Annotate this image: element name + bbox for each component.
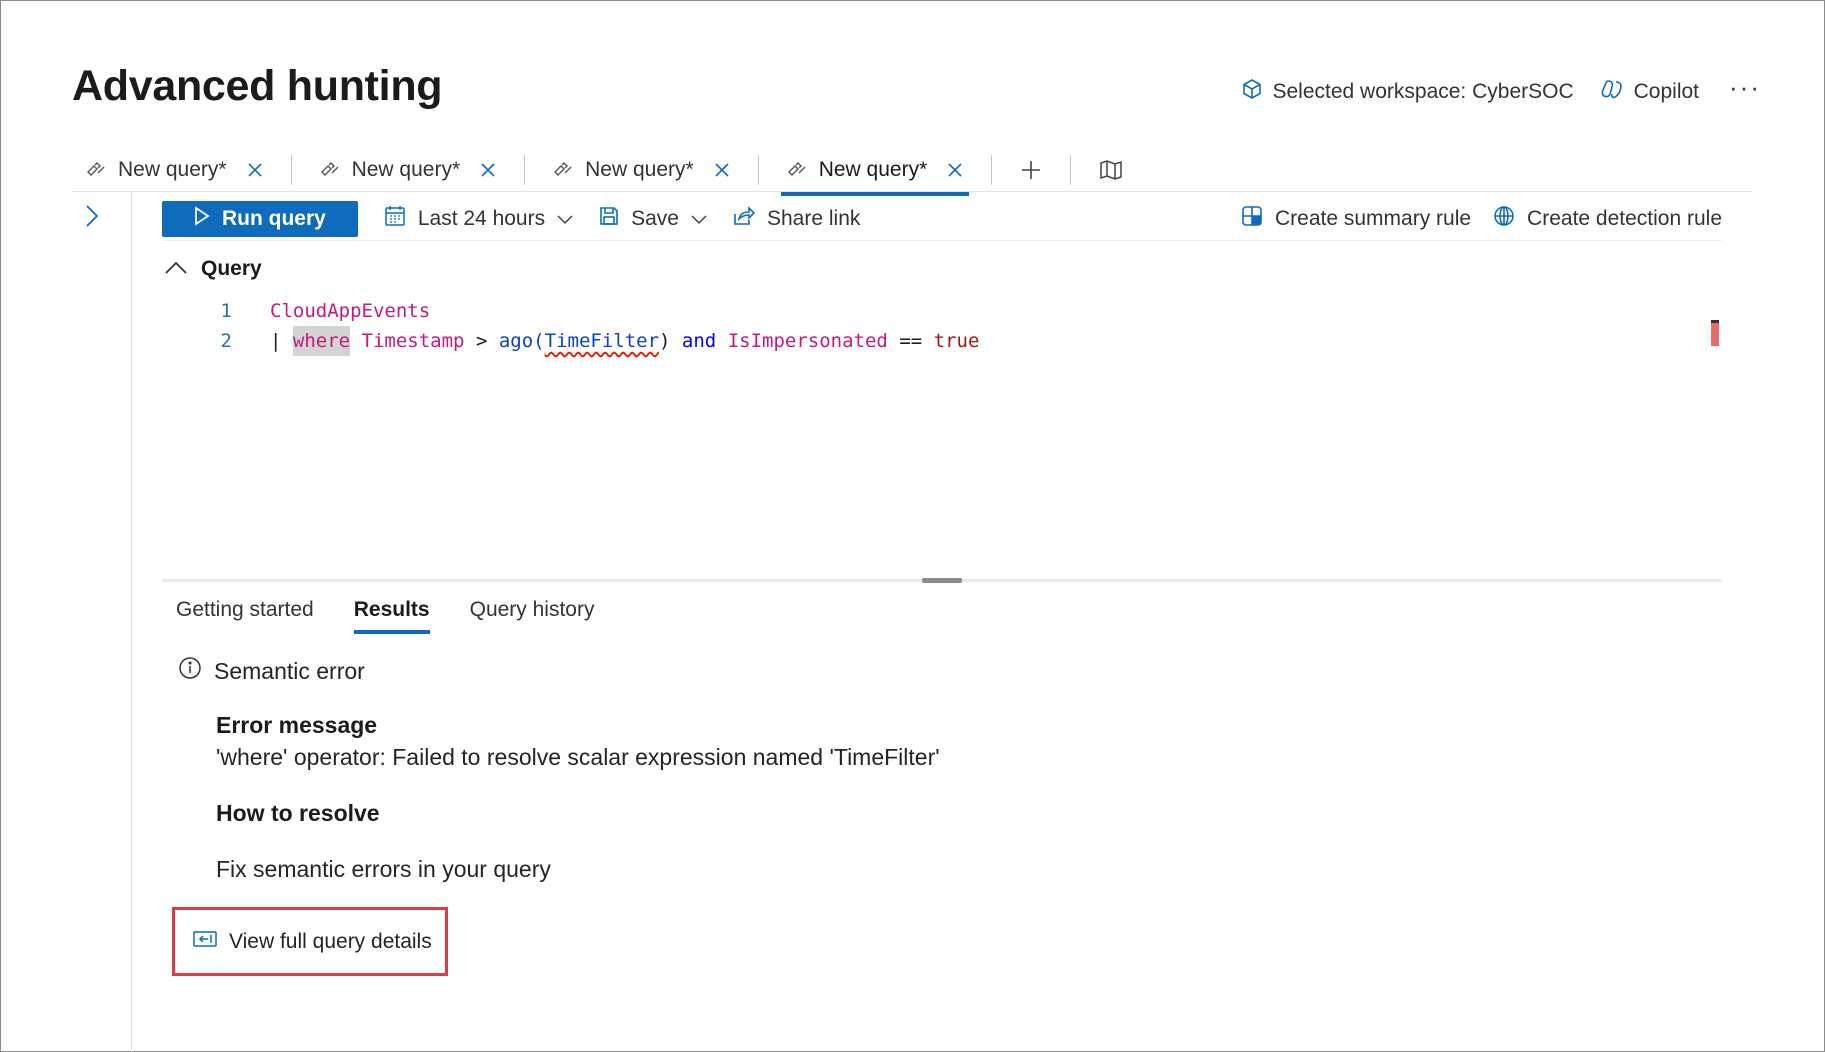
save-dropdown[interactable]: Save	[599, 206, 707, 232]
share-icon	[733, 206, 756, 232]
equals-token: ==	[899, 330, 923, 352]
close-icon[interactable]	[714, 162, 730, 178]
error-token: TimeFilter	[544, 330, 660, 352]
chevron-down-icon	[691, 207, 707, 231]
error-message-title: Error message	[216, 712, 378, 738]
error-header: Semantic error	[178, 656, 365, 686]
tab-label: New query*	[351, 158, 461, 181]
tabs-divider	[72, 191, 1752, 192]
query-toolbar: Run query Last 24 hours Save Share link …	[162, 201, 1722, 237]
run-query-button[interactable]: Run query	[162, 201, 358, 237]
and-token: and	[681, 330, 717, 352]
view-full-query-details-label: View full query details	[229, 929, 432, 953]
how-to-resolve-title: How to resolve	[216, 800, 380, 826]
copilot-icon	[1600, 78, 1624, 106]
tab-new-query-2[interactable]: New query*	[314, 148, 503, 192]
calendar-icon	[384, 205, 406, 233]
time-range-label: Last 24 hours	[417, 207, 546, 230]
toolbar-right: Create summary rule Create detection rul…	[1241, 205, 1722, 233]
copilot-label: Copilot	[1633, 80, 1700, 103]
results-tabs: Getting started Results Query history	[176, 596, 595, 634]
tab-divider	[991, 155, 993, 185]
workspace-selector[interactable]: Selected workspace: CyberSOC	[1241, 78, 1574, 106]
function-token: ago(	[498, 330, 545, 352]
where-token: where	[292, 326, 351, 356]
save-icon	[599, 206, 619, 232]
operator-token: >	[475, 330, 488, 352]
scrollbar-error-marker	[1711, 320, 1719, 346]
tab-label: New query*	[118, 158, 227, 181]
splitter-handle[interactable]	[922, 578, 962, 583]
column-token: Timestamp	[361, 330, 465, 352]
query-section-toggle[interactable]: Query	[165, 257, 262, 281]
workspace-label: Selected workspace: CyberSOC	[1272, 80, 1574, 103]
copilot-button[interactable]: Copilot	[1600, 78, 1699, 106]
error-type: Semantic error	[214, 657, 365, 684]
error-message-text: 'where' operator: Failed to resolve scal…	[216, 744, 940, 770]
close-icon[interactable]	[247, 162, 263, 178]
query-pen-icon	[86, 158, 106, 182]
tab-label: New query*	[818, 158, 928, 181]
run-query-label: Run query	[222, 207, 326, 230]
share-link-button[interactable]: Share link	[733, 206, 860, 232]
page-title: Advanced hunting	[72, 62, 443, 110]
tab-divider	[1070, 155, 1072, 185]
create-detection-rule-button[interactable]: Create detection rule	[1493, 205, 1722, 233]
open-panel-icon	[193, 930, 217, 954]
header-actions: Selected workspace: CyberSOC Copilot ···	[1241, 74, 1762, 106]
save-label: Save	[631, 207, 679, 230]
paren-token: )	[659, 330, 671, 352]
share-link-label: Share link	[766, 207, 861, 230]
tab-query-history[interactable]: Query history	[470, 596, 595, 632]
tab-divider	[757, 155, 759, 185]
line-number: 1	[220, 300, 232, 322]
value-token: true	[933, 330, 980, 352]
tab-divider	[290, 155, 292, 185]
more-options-icon[interactable]: ···	[1729, 74, 1761, 102]
tab-divider	[524, 155, 526, 185]
close-icon[interactable]	[947, 162, 963, 178]
tab-label: New query*	[585, 158, 694, 181]
time-range-dropdown[interactable]: Last 24 hours	[384, 205, 573, 233]
query-tabs: New query* New query* New query* New que…	[80, 148, 1129, 196]
cube-icon	[1241, 78, 1263, 106]
how-to-resolve-text: Fix semantic errors in your query	[216, 856, 551, 882]
code-line-2: 2 | where Timestamp > ago(TimeFilter) an…	[200, 326, 979, 356]
query-pen-icon	[553, 158, 573, 182]
summary-rule-icon	[1241, 205, 1263, 233]
plus-icon[interactable]	[1014, 148, 1048, 192]
chevron-right-icon[interactable]	[85, 204, 99, 233]
create-detection-rule-label: Create detection rule	[1527, 207, 1722, 230]
query-editor[interactable]: 1 CloudAppEvents 2 | where Timestamp > a…	[200, 296, 979, 356]
pipe-token: |	[270, 330, 293, 352]
query-pen-icon	[787, 158, 807, 182]
play-icon	[194, 206, 210, 232]
info-icon	[178, 656, 202, 686]
close-icon[interactable]	[480, 162, 496, 178]
tab-new-query-1[interactable]: New query*	[80, 148, 269, 192]
chevron-down-icon	[557, 207, 573, 231]
toolbar-divider	[162, 240, 1722, 241]
field-token: IsImpersonated	[727, 330, 888, 352]
book-map-icon[interactable]	[1093, 148, 1129, 192]
table-token: CloudAppEvents	[270, 300, 431, 322]
tab-new-query-4[interactable]: New query*	[780, 148, 970, 196]
line-number: 2	[220, 330, 232, 352]
tab-getting-started[interactable]: Getting started	[176, 596, 314, 632]
query-pen-icon	[320, 158, 340, 182]
create-summary-rule-button[interactable]: Create summary rule	[1241, 205, 1471, 233]
view-full-query-details-link[interactable]: View full query details	[172, 907, 448, 976]
sidebar-divider	[131, 192, 132, 1052]
chevron-up-icon	[165, 257, 187, 281]
tab-new-query-3[interactable]: New query*	[547, 148, 736, 192]
query-section-label: Query	[201, 257, 262, 280]
detection-rule-icon	[1493, 205, 1515, 233]
tab-results[interactable]: Results	[353, 596, 430, 634]
create-summary-rule-label: Create summary rule	[1274, 207, 1472, 230]
code-line-1: 1 CloudAppEvents	[200, 296, 979, 326]
